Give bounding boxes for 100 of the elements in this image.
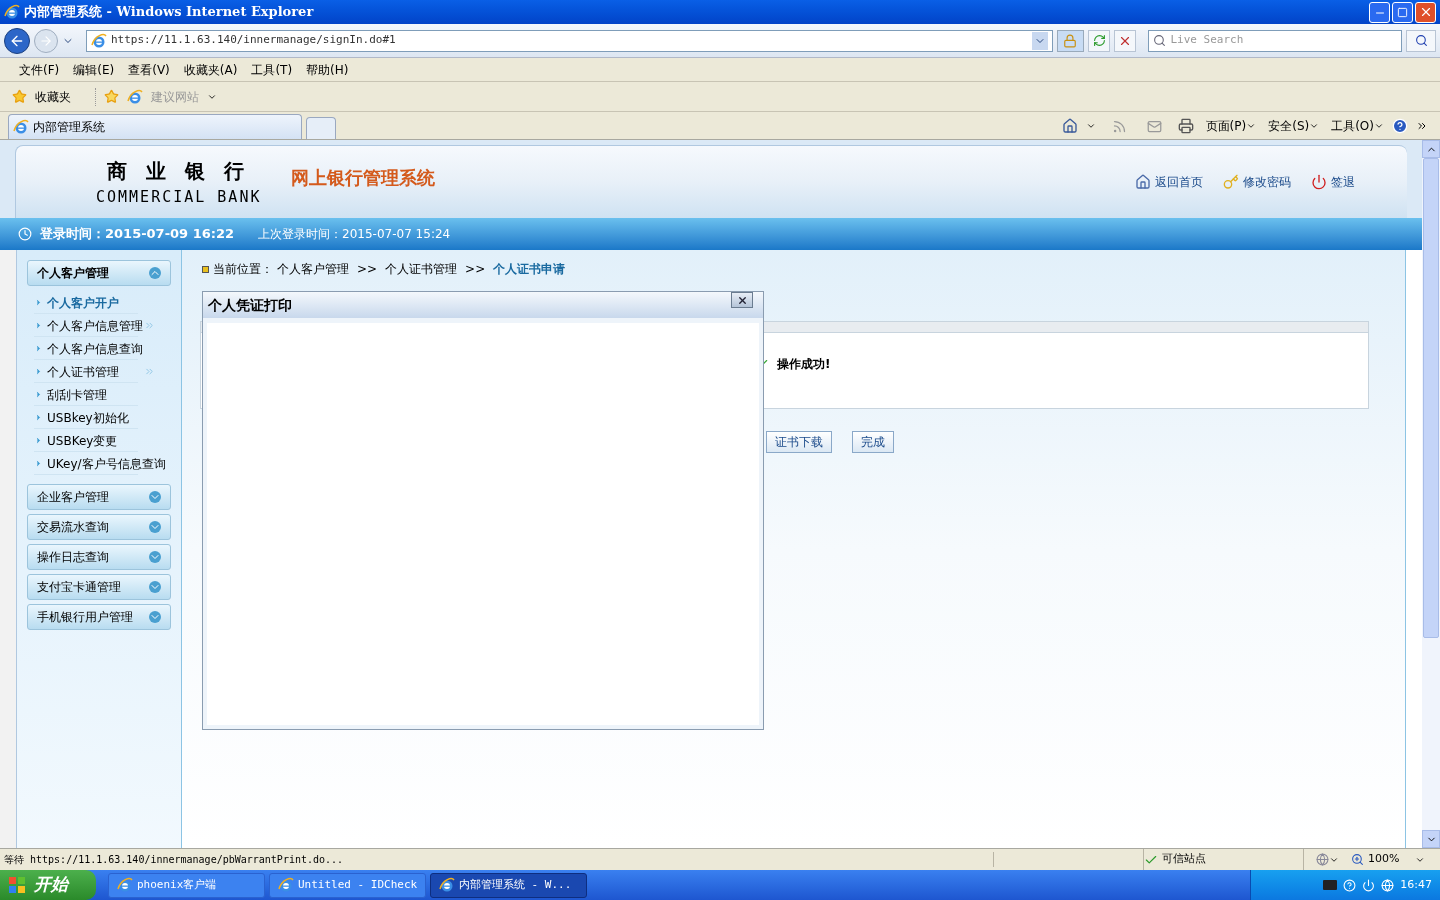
search-field[interactable]: Live Search: [1148, 29, 1403, 52]
header-link[interactable]: 修改密码: [1243, 173, 1291, 191]
address-field[interactable]: https://11.1.63.140/innermanage/signIn.do#1: [85, 29, 1053, 52]
sidebar-item[interactable]: USBkey初始化: [47, 408, 129, 427]
help-icon[interactable]: [1392, 118, 1408, 134]
search-input[interactable]: Live Search: [1170, 32, 1398, 49]
bullet-icon: [34, 344, 43, 353]
login-time: 登录时间：2015-07-09 16:22: [40, 225, 235, 244]
expand-icon: [149, 521, 161, 533]
menu-item[interactable]: 文件(F): [12, 60, 67, 79]
action-button[interactable]: 完成: [852, 431, 894, 453]
favorites-button[interactable]: 收藏夹: [35, 87, 71, 106]
search-icon: [1414, 34, 1428, 47]
page-icon: [127, 88, 143, 105]
minimize-button[interactable]: [1369, 1, 1390, 23]
sidebar-item[interactable]: UKey/客户号信息查询: [47, 454, 166, 473]
menu-item[interactable]: 帮助(H): [299, 60, 356, 79]
collapse-icon: [149, 267, 161, 279]
zoom-level[interactable]: 100%: [1368, 851, 1400, 868]
menu-item[interactable]: 工具(T): [244, 60, 300, 79]
sidebar-section-header[interactable]: 企业客户管理: [27, 484, 171, 510]
bank-logo-english: COMMERCIAL BANK: [96, 186, 262, 208]
command-menu[interactable]: 安全(S): [1268, 117, 1320, 135]
browser-icon: [4, 4, 20, 20]
bullet-icon: [34, 436, 43, 445]
stop-button[interactable]: [1114, 29, 1137, 52]
command-menu[interactable]: 工具(O): [1331, 117, 1384, 135]
taskbar-button[interactable]: 内部管理系统 - W...: [430, 872, 587, 898]
dropdown-icon: [1246, 121, 1257, 131]
window-title: 内部管理系统 - Windows Internet Explorer: [24, 3, 314, 22]
sidebar-section-header[interactable]: 手机银行用户管理: [27, 604, 171, 630]
expand-icon: [149, 551, 161, 563]
star-icon: [12, 89, 27, 104]
sidebar-section-header[interactable]: 个人客户管理: [27, 260, 171, 286]
menu-item[interactable]: 编辑(E): [66, 60, 122, 79]
url-text: https://11.1.63.140/innermanage/signIn.do#1: [110, 32, 396, 49]
header-link[interactable]: 签退: [1331, 173, 1355, 191]
dropdown-icon: [1309, 121, 1320, 131]
status-text: 等待 https://11.1.63.140/innermanage/pbWarrantPrint.do...: [4, 852, 994, 867]
last-login-time: 上次登录时间：2015-07-07 15:24: [258, 226, 451, 243]
clock: 16:47: [1400, 876, 1432, 893]
bullet-icon: [34, 367, 43, 376]
sidebar-section-header[interactable]: 交易流水查询: [27, 514, 171, 540]
breadcrumb-separator: >>: [357, 261, 378, 278]
header-link[interactable]: 返回首页: [1155, 173, 1203, 191]
dialog-close-button[interactable]: [731, 292, 753, 308]
dropdown-icon[interactable]: [1085, 121, 1096, 131]
bullet-icon: [34, 413, 43, 422]
zoom-icon: [1351, 853, 1364, 866]
print-icon[interactable]: [1177, 118, 1194, 134]
tray-power-icon[interactable]: [1362, 878, 1376, 892]
network-icon[interactable]: [1381, 878, 1395, 892]
more-icon[interactable]: [1416, 120, 1428, 132]
close-icon: [736, 294, 748, 306]
breadcrumb-label: 当前位置：: [213, 261, 273, 278]
sidebar-section-header[interactable]: 支付宝卡通管理: [27, 574, 171, 600]
menu-item[interactable]: 查看(V): [121, 60, 177, 79]
help-icon[interactable]: [1343, 878, 1357, 892]
taskbar-button[interactable]: phoenix客户端: [108, 872, 265, 898]
home-icon: [1135, 174, 1151, 190]
sidebar-item[interactable]: 个人客户信息管理: [47, 316, 143, 335]
action-button[interactable]: 证书下载: [766, 431, 832, 453]
system-title: 网上银行管理系统: [291, 165, 436, 190]
key-icon: [1223, 174, 1239, 190]
search-button[interactable]: [1406, 29, 1436, 52]
bullet-icon: [34, 390, 43, 399]
restore-button[interactable]: [1392, 1, 1413, 23]
expand-icon: [149, 611, 161, 623]
sidebar-item[interactable]: 刮刮卡管理: [47, 385, 107, 404]
browser-tab[interactable]: 内部管理系统: [8, 114, 302, 139]
security-zone: 可信站点: [1162, 851, 1206, 868]
app-icon: [439, 877, 455, 893]
refresh-button[interactable]: [1088, 29, 1111, 52]
forward-arrow-icon: [38, 33, 53, 48]
bullet-icon: [34, 298, 43, 307]
sidebar-item[interactable]: USBKey变更: [47, 431, 118, 450]
bank-logo-chinese: 商 业 银 行: [107, 157, 251, 185]
taskbar-button[interactable]: Untitled - IDCheck: [269, 872, 426, 898]
scrollbar[interactable]: [1422, 140, 1440, 848]
home-icon[interactable]: [1061, 118, 1078, 134]
expand-icon: [149, 491, 161, 503]
expand-icon: [149, 581, 161, 593]
refresh-icon: [1092, 34, 1106, 47]
restore-icon: [1397, 6, 1408, 18]
menu-item[interactable]: 收藏夹(A): [176, 60, 245, 79]
back-button[interactable]: [4, 27, 30, 54]
breadcrumb-separator: >>: [465, 261, 486, 278]
success-message: 操作成功!: [777, 356, 831, 373]
sidebar-item[interactable]: 个人客户开户: [47, 293, 119, 312]
dropdown-icon: [1374, 121, 1384, 131]
command-menu[interactable]: 页面(P): [1205, 117, 1257, 135]
dialog-title: 个人凭证打印: [208, 295, 292, 315]
sidebar-item[interactable]: 个人证书管理: [47, 362, 119, 381]
close-button[interactable]: [1415, 1, 1436, 23]
clock-icon: [18, 227, 32, 241]
lock-icon: [1063, 33, 1078, 48]
page-icon: [90, 32, 107, 49]
bullet-icon: [34, 459, 43, 468]
sidebar-section-header[interactable]: 操作日志查询: [27, 544, 171, 570]
sidebar-item[interactable]: 个人客户信息查询: [47, 339, 143, 358]
